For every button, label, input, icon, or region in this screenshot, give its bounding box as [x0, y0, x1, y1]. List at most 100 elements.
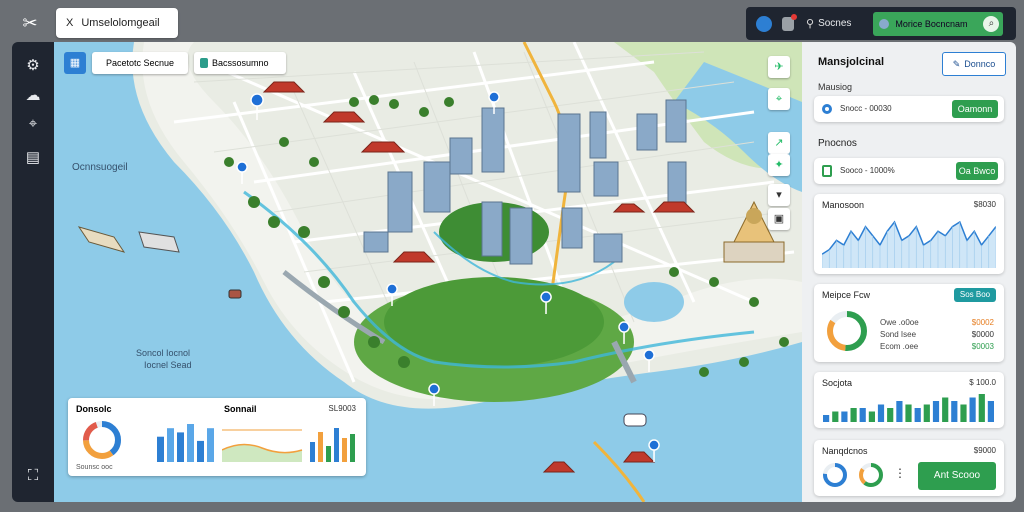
notification-icon[interactable] [782, 13, 797, 31]
filter-chip-2[interactable]: Bacssosumno [194, 52, 286, 74]
settings-icon[interactable]: ⚙ [23, 56, 43, 76]
donut-row-value: $0003 [971, 342, 994, 351]
mini-donut-1 [823, 463, 847, 487]
donut-row-2: Ecom .oee $0003 [880, 342, 994, 351]
globe-icon[interactable] [756, 15, 772, 32]
map-stats-overlay: Donsolc Sounsc ooc Sonnail SL9003 [68, 398, 366, 476]
overlay-title-right: Sonnail [224, 404, 257, 414]
overlay-title-left: Donsolc [76, 404, 112, 414]
filter-chip-1[interactable]: Pacetotc Secnue [92, 52, 188, 74]
filter-chip-2-label: Bacssosumno [212, 58, 269, 68]
radio-icon[interactable] [822, 104, 832, 114]
bar-chart-bar [987, 401, 994, 422]
section2-label: Pnocnos [818, 138, 857, 149]
bottom-card-value: $9000 [973, 446, 996, 455]
map-measure-icon[interactable]: ↗ [768, 132, 790, 154]
section1-button[interactable]: Oamonn [952, 100, 998, 118]
map-label-bay-2: Iocnel Sead [144, 360, 192, 370]
scan-icon[interactable]: ⛶ [23, 466, 43, 486]
bottom-card-title: Nanqdcnos [822, 446, 868, 456]
panel-title-button[interactable]: ✎ Donnco [942, 52, 1006, 76]
window-title-tab[interactable]: X Umselolomgeail [56, 8, 178, 38]
bar-chart-bar [932, 401, 940, 422]
cloud-icon[interactable]: ☁ [23, 86, 43, 106]
map-label-bay-1: Soncol Iocnol [136, 348, 190, 358]
overlay-value-right: SL9003 [328, 404, 356, 413]
area-chart [822, 220, 996, 268]
map-image-icon[interactable]: ▣ [768, 208, 790, 230]
area-chart-title: Manosoon [822, 200, 865, 210]
donut-row-value: $0002 [971, 318, 994, 327]
checkbox-icon[interactable] [822, 165, 832, 177]
bar-chart [823, 394, 994, 422]
donut-row-label: Sond Isee [880, 330, 917, 339]
bar-chart-bar [841, 411, 848, 422]
area-chart-card: Manosoon $8030 [814, 194, 1004, 274]
panel-title: Mansjolcinal [818, 56, 885, 68]
more-icon[interactable]: ⋮ [894, 466, 906, 480]
overlay-bar [197, 440, 204, 462]
section1-card: Snocc - 00030 Oamonn [814, 96, 1004, 122]
bar-chart-bar [832, 411, 839, 422]
overlay-bar-chart [157, 424, 214, 462]
top-action-button[interactable]: Morice Bocncnam ⌕ [873, 11, 1004, 36]
bar-chart-bar [905, 404, 912, 422]
bar-chart-bar [960, 404, 967, 422]
bar-chart-bar [896, 401, 903, 422]
top-toolbar: ⚲ Socnes Morice Bocncnam ⌕ [746, 7, 1016, 40]
map-layers-button[interactable]: ▦ [64, 52, 86, 74]
filter-chip-1-label: Pacetotc Secnue [105, 58, 175, 68]
donut-row-label: Owe .o0oe [880, 318, 919, 327]
bar-chart-card: Socjota $ 100.0 [814, 372, 1004, 428]
overlay-bar [157, 436, 164, 462]
section2-value: Sooco - 1000% [840, 166, 895, 175]
donut-chart [827, 311, 867, 351]
close-icon[interactable]: X [66, 17, 73, 29]
tools-icon[interactable]: ✂ [10, 6, 50, 40]
map-compass-icon[interactable]: ✦ [768, 154, 790, 176]
bottom-card: Nanqdcnos $9000 ⋮ Ant Scooo [814, 440, 1004, 496]
map-dropdown-icon[interactable]: ▾ [768, 184, 790, 206]
top-action-label: Morice Bocncnam [895, 18, 968, 29]
section1-label: Mausiog [818, 82, 853, 92]
bar-chart-bar [923, 404, 930, 422]
bar-chart-bar [859, 408, 866, 422]
bar-chart-bar [978, 394, 985, 422]
map-navigate-icon[interactable]: ✈ [768, 56, 790, 78]
section1-value: Snocc - 00030 [840, 104, 892, 113]
map-label-west: Ocnnsuogeil [72, 162, 128, 173]
overlay-bar [167, 428, 174, 462]
overlay-bar [177, 432, 184, 462]
location-pin-icon[interactable]: ⌖ [23, 114, 43, 134]
donut-row-value: $0000 [971, 330, 994, 339]
donut-card-button[interactable]: Sos Boo [954, 288, 996, 302]
search-icon[interactable]: ⚲ [806, 17, 814, 30]
mini-donut-2 [859, 463, 883, 487]
donut-row-1: Sond Isee $0000 [880, 330, 994, 339]
city-map[interactable]: Ocnnsuogeil Soncol Iocnol Iocnel Sead ▦ … [54, 42, 802, 502]
bar-chart-bar [914, 408, 921, 422]
bottom-card-button[interactable]: Ant Scooo [918, 462, 996, 490]
window-title: Umselolomgeail [81, 17, 160, 29]
overlay-donut-chart [83, 421, 121, 459]
donut-row-label: Ecom .oee [880, 342, 919, 351]
area-chart-value: $8030 [973, 200, 996, 209]
donut-card-title: Meipce Fcw [822, 290, 871, 300]
bar-chart-bar [887, 408, 894, 422]
search-label[interactable]: Socnes [818, 18, 851, 29]
donut-row-0: Owe .o0oe $0002 [880, 318, 994, 327]
map-route-icon[interactable]: ⌖ [768, 88, 790, 110]
location-icon [879, 18, 890, 29]
section2-button[interactable]: Oa Bwco [956, 162, 998, 180]
pin-icon: ⌕ [983, 15, 1000, 32]
layers-icon[interactable]: ▤ [23, 148, 43, 168]
bar-chart-value: $ 100.0 [969, 378, 996, 387]
bar-chart-bar [942, 397, 949, 422]
bar-chart-title: Socjota [822, 378, 853, 388]
overlay-bar [207, 428, 214, 462]
overlay-bar [187, 424, 194, 462]
bookmark-icon [200, 58, 208, 68]
bar-chart-bar [969, 397, 976, 422]
left-sidebar: ⚙ ☁ ⌖ ▤ ⛶ [12, 42, 54, 502]
overlay-donut-caption: Sounsc ooc [76, 464, 113, 471]
